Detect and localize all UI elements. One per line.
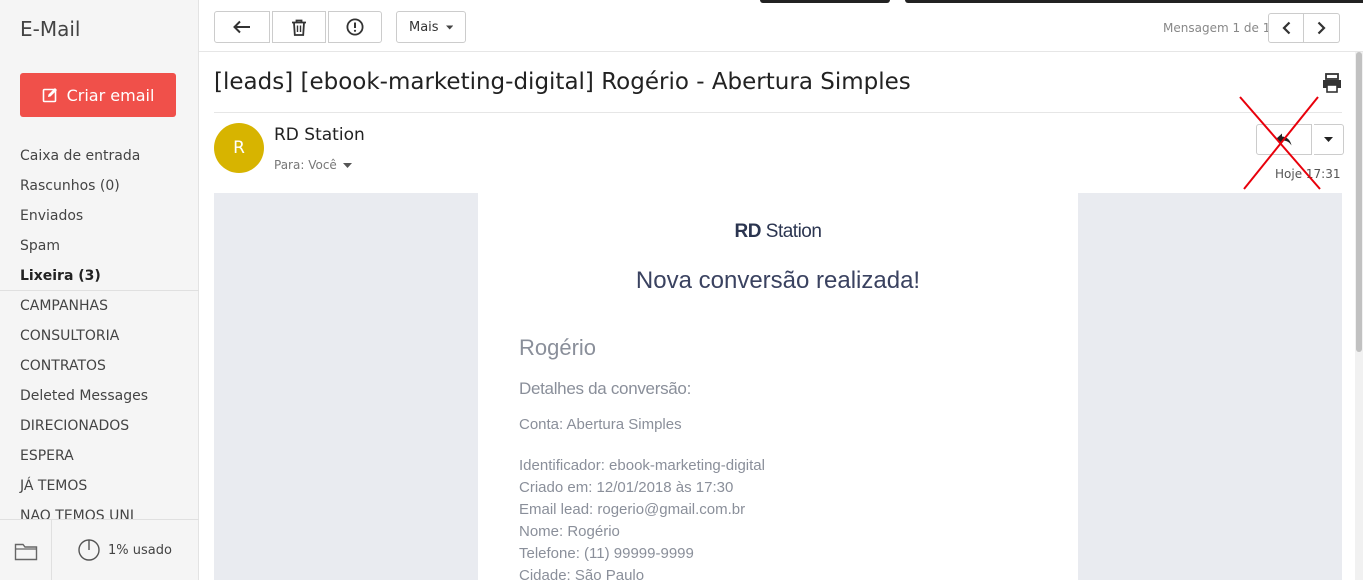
trash-icon bbox=[292, 19, 306, 36]
conversion-field: Telefone: (11) 99999-9999 bbox=[519, 545, 694, 562]
sender-name[interactable]: RD Station bbox=[274, 125, 365, 145]
email-body-frame: RD Station Nova conversão realizada! Rog… bbox=[214, 193, 1342, 580]
folder-item[interactable]: Spam bbox=[0, 231, 199, 261]
folder-item[interactable]: CAMPANHAS bbox=[0, 291, 199, 321]
reply-button[interactable] bbox=[1256, 124, 1312, 155]
back-button[interactable] bbox=[214, 11, 270, 43]
message-counter: Mensagem 1 de 1 bbox=[1163, 21, 1271, 35]
alert-icon bbox=[346, 18, 364, 36]
folder-item[interactable]: JÁ TEMOS bbox=[0, 471, 199, 501]
message-toolbar: Mais Mensagem 1 de 1 bbox=[199, 0, 1363, 52]
folder-item[interactable]: Deleted Messages bbox=[0, 381, 199, 411]
app-title: E-Mail bbox=[20, 17, 81, 41]
chevron-left-icon bbox=[1281, 21, 1290, 35]
action-button-group bbox=[214, 11, 382, 43]
details-title: Detalhes da conversão: bbox=[519, 379, 692, 398]
conversion-field: Email lead: rogerio@gmail.com.br bbox=[519, 501, 746, 518]
scrollbar-thumb[interactable] bbox=[1356, 52, 1362, 352]
brand-bold: RD bbox=[734, 221, 762, 242]
sidebar-footer: 1% usado bbox=[0, 519, 199, 580]
previous-message-button[interactable] bbox=[1268, 13, 1304, 43]
email-content-card: RD Station Nova conversão realizada! Rog… bbox=[478, 193, 1078, 580]
storage-usage: 1% usado bbox=[52, 520, 199, 580]
more-dropdown[interactable]: Mais bbox=[396, 11, 466, 43]
sidebar: E-Mail Criar email Caixa de entrada Rascu… bbox=[0, 0, 199, 580]
folder-icon bbox=[14, 543, 37, 560]
reply-options-dropdown[interactable] bbox=[1314, 124, 1344, 155]
folder-item[interactable]: Lixeira (3) bbox=[0, 261, 199, 291]
folder-item[interactable]: NAO TEMOS UNI bbox=[0, 501, 199, 519]
recipients-toggle[interactable]: Para: Você bbox=[274, 158, 352, 172]
page-scrollbar[interactable] bbox=[1355, 52, 1363, 580]
email-headline: Nova conversão realizada! bbox=[635, 267, 921, 294]
brand-rest: Station bbox=[765, 221, 822, 242]
folder-item[interactable]: Enviados bbox=[0, 201, 199, 231]
conversion-fields: Identificador: ebook-marketing-digital Cr… bbox=[519, 455, 765, 580]
lead-name: Rogério bbox=[519, 335, 597, 360]
report-spam-button[interactable] bbox=[328, 11, 382, 43]
delete-button[interactable] bbox=[272, 11, 326, 43]
caret-down-icon bbox=[342, 162, 352, 168]
compose-label: Criar email bbox=[66, 85, 155, 105]
conversion-field: Identificador: ebook-marketing-digital bbox=[519, 457, 765, 474]
message-pager bbox=[1268, 13, 1340, 43]
folder-manager-button[interactable] bbox=[0, 520, 52, 580]
reply-icon bbox=[1276, 133, 1292, 146]
storage-pie-icon bbox=[78, 539, 100, 561]
folder-item[interactable]: Caixa de entrada bbox=[0, 141, 199, 171]
reply-button-group bbox=[1256, 124, 1344, 155]
message-subject: [leads] [ebook-marketing-digital] Rogéri… bbox=[214, 69, 911, 95]
chevron-right-icon bbox=[1317, 21, 1326, 35]
recipients-label: Para: Você bbox=[274, 158, 337, 172]
folder-item[interactable]: CONTRATOS bbox=[0, 351, 199, 381]
back-arrow-icon bbox=[233, 20, 250, 34]
folder-item[interactable]: Rascunhos (0) bbox=[0, 171, 199, 201]
folder-item[interactable]: CONSULTORIA bbox=[0, 321, 199, 351]
divider bbox=[214, 112, 1342, 113]
conversion-field: Nome: Rogério bbox=[519, 523, 620, 540]
folder-item[interactable]: ESPERA bbox=[0, 441, 199, 471]
compose-button[interactable]: Criar email bbox=[20, 73, 176, 117]
rd-station-logo: RD Station bbox=[478, 221, 1078, 243]
storage-usage-label: 1% usado bbox=[108, 542, 172, 558]
more-group: Mais bbox=[396, 11, 466, 43]
caret-down-icon bbox=[445, 24, 453, 30]
folder-list: Caixa de entrada Rascunhos (0) Enviados Spa… bbox=[0, 141, 199, 519]
message-date: Hoje 17:31 bbox=[1275, 167, 1341, 181]
conversion-field: Criado em: 12/01/2018 às 17:30 bbox=[519, 479, 734, 496]
print-icon[interactable] bbox=[1320, 71, 1344, 95]
next-message-button[interactable] bbox=[1304, 13, 1340, 43]
caret-down-icon bbox=[1324, 137, 1333, 142]
folder-item[interactable]: DIRECIONADOS bbox=[0, 411, 199, 441]
more-label: Mais bbox=[409, 19, 439, 35]
conversion-field: Cidade: São Paulo bbox=[519, 567, 645, 580]
avatar: R bbox=[214, 123, 264, 173]
account-line: Conta: Abertura Simples bbox=[519, 416, 682, 433]
compose-icon bbox=[42, 88, 57, 103]
